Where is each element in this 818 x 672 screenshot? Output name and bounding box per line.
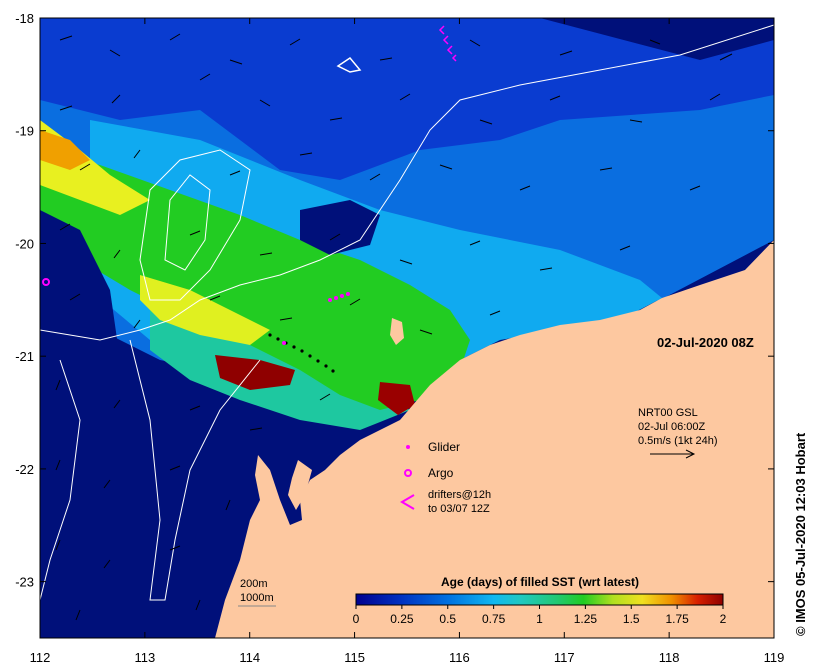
argo-legend-label: Argo [428,466,454,480]
lon-tick-label: 117 [554,650,575,665]
lat-tick-label: -23 [15,575,34,590]
lat-tick-label: -18 [15,11,34,26]
colorbar-tick-label: 1 [536,612,543,626]
colorbar-tick-label: 1.75 [665,612,689,626]
map-timestamp: 02-Jul-2020 08Z [657,335,754,350]
colorbar-tick-label: 0.75 [482,612,506,626]
drifter-legend-line1: drifters@12h [428,489,491,501]
credit-text: © IMOS 05-Jul-2020 12:03 Hobart [793,432,808,636]
lat-tick-label: -20 [15,236,34,251]
colorbar-title: Age (days) of filled SST (wrt latest) [441,575,639,589]
lon-tick-label: 118 [659,650,680,665]
current-legend-line2: 02-Jul 06:00Z [638,421,706,433]
glider-legend-icon [406,445,410,449]
colorbar-tick-label: 0.25 [390,612,414,626]
colorbar-tick-label: 2 [720,612,727,626]
isobath-label-200m: 200m [240,578,268,590]
sst-map: 02-Jul-2020 08Z NRT00 GSL 02-Jul 06:00Z … [15,11,785,665]
lat-tick-label: -19 [15,124,34,139]
lon-tick-label: 119 [764,650,785,665]
lon-tick-label: 115 [344,650,365,665]
lon-tick-label: 113 [134,650,155,665]
colorbar-tick-label: 0 [353,612,360,626]
glider-legend-label: Glider [428,440,460,454]
lon-tick-label: 116 [449,650,470,665]
lat-tick-label: -21 [15,349,34,364]
colorbar-tick-label: 1.5 [623,612,640,626]
colorbar-tick-label: 0.5 [439,612,456,626]
lon-tick-label: 112 [30,650,51,665]
colorbar-gradient [355,593,724,606]
lon-tick-label: 114 [239,650,260,665]
colorbar-tick-label: 1.25 [574,612,598,626]
isobath-label-1000m: 1000m [240,592,274,604]
map-plot-area: 02-Jul-2020 08Z NRT00 GSL 02-Jul 06:00Z … [40,18,774,638]
drifter-legend-line2: to 03/07 12Z [428,503,490,515]
current-legend-line1: NRT00 GSL [638,407,698,419]
current-legend-line3: 0.5m/s (1kt 24h) [638,435,717,447]
lat-tick-label: -22 [15,462,34,477]
